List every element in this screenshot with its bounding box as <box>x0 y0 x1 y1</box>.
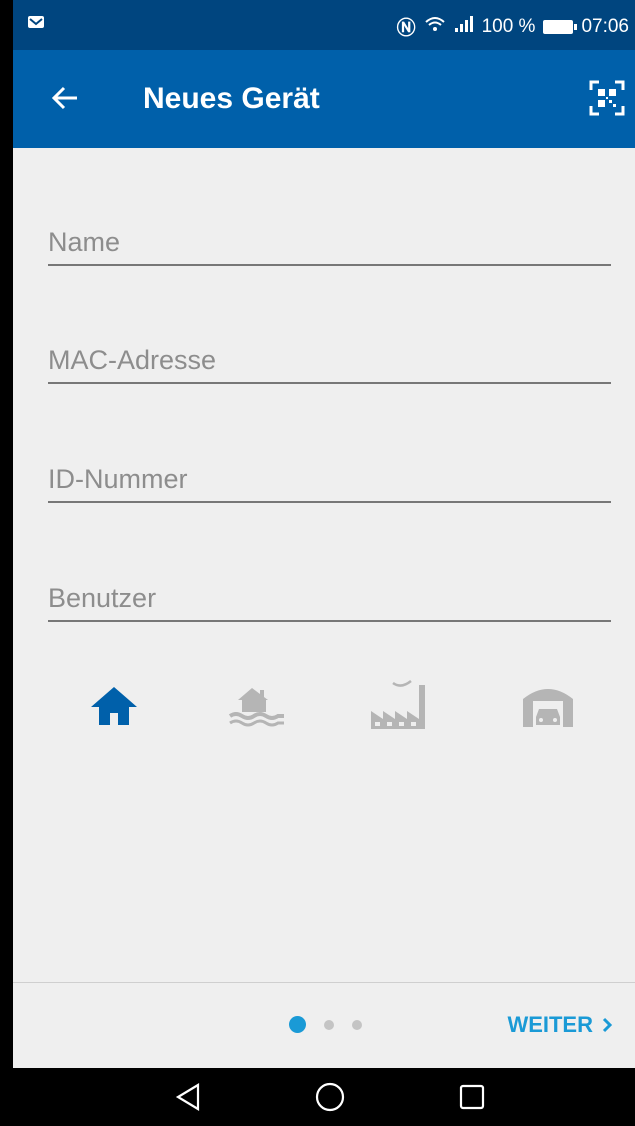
user-input[interactable] <box>48 583 611 614</box>
status-time: 07:06 <box>581 15 629 37</box>
navigation-bar <box>13 1068 635 1126</box>
scan-qr-button[interactable] <box>585 76 629 120</box>
wifi-icon <box>424 15 446 39</box>
recents-square-icon <box>459 1084 485 1110</box>
nfc-icon: Ⓝ <box>396 18 416 39</box>
mail-icon <box>27 14 45 36</box>
footer-divider <box>13 982 635 983</box>
house-icon <box>91 687 137 725</box>
mac-address-field[interactable] <box>48 322 611 384</box>
signal-icon <box>454 15 474 39</box>
nav-home-button[interactable] <box>307 1074 353 1120</box>
type-garage-button[interactable] <box>515 672 581 738</box>
type-house-button[interactable] <box>81 672 147 738</box>
home-circle-icon <box>315 1082 345 1112</box>
name-input[interactable] <box>48 227 611 258</box>
user-field[interactable] <box>48 560 611 622</box>
nav-recents-button[interactable] <box>449 1074 495 1120</box>
nav-back-button[interactable] <box>165 1074 211 1120</box>
arrow-left-icon <box>51 86 77 110</box>
chevron-right-icon <box>602 1017 613 1033</box>
qr-code-icon <box>589 80 625 116</box>
page-dot-2 <box>324 1019 334 1030</box>
status-bar: Ⓝ 100 % 07:06 <box>13 0 635 50</box>
page-dot-3 <box>352 1019 362 1030</box>
flooded-house-icon <box>228 688 284 727</box>
status-icons: Ⓝ 100 % 07:06 <box>397 13 629 40</box>
type-factory-button[interactable] <box>365 672 431 738</box>
type-flooded-house-button[interactable] <box>223 672 289 738</box>
name-field[interactable] <box>48 204 611 266</box>
page-indicator <box>289 1016 362 1033</box>
next-label: WEITER <box>507 1012 593 1037</box>
id-number-input[interactable] <box>48 464 611 495</box>
id-number-field[interactable] <box>48 441 611 503</box>
battery-icon <box>543 19 578 34</box>
page-title: Neues Gerät <box>143 82 320 115</box>
garage-car-icon <box>523 689 573 727</box>
factory-icon <box>371 680 425 729</box>
page-dot-1 <box>289 1016 306 1033</box>
back-button[interactable] <box>43 76 87 120</box>
back-triangle-icon <box>175 1083 200 1111</box>
app-bar: Neues Gerät <box>13 50 635 148</box>
phone-screen: Ⓝ 100 % 07:06 Neues Gerät Name MAC-Adres… <box>13 0 635 1126</box>
battery-percent: 100 % <box>481 15 536 37</box>
next-button[interactable]: WEITER <box>507 1012 613 1038</box>
mac-address-input[interactable] <box>48 345 611 376</box>
